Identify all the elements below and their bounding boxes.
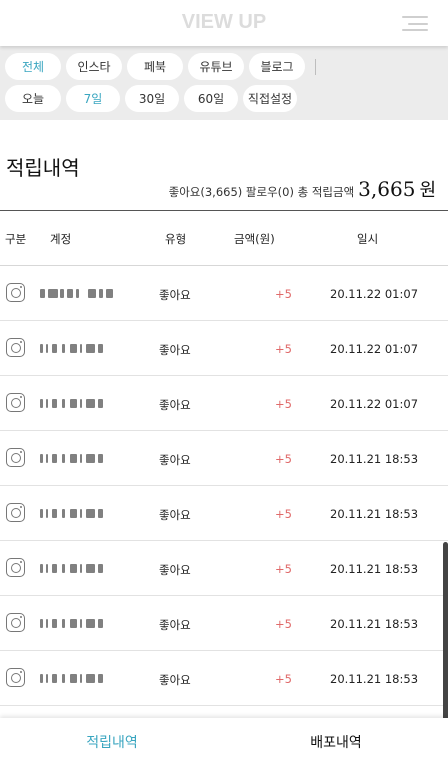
platform-filter-row: 전체 인스타 페북 유튜브 블로그 — [0, 53, 316, 80]
row-datetime: 20.11.21 18:53 — [330, 617, 419, 631]
filter-divider — [315, 58, 316, 75]
row-datetime: 20.11.21 18:53 — [330, 672, 419, 686]
summary-label: 좋아요(3,665) 팔로우(0) 총 적립금액 — [168, 185, 355, 199]
row-datetime: 20.11.22 01:07 — [330, 287, 419, 301]
filter-period-today[interactable]: 오늘 — [5, 85, 61, 112]
instagram-icon — [6, 393, 25, 412]
column-header-datetime: 일시 — [357, 232, 379, 246]
instagram-icon — [6, 558, 25, 577]
table-row: 좋아요 +5 20.11.21 18:53 — [0, 651, 448, 706]
filter-period-30days[interactable]: 30일 — [125, 85, 179, 112]
filter-period-60days[interactable]: 60일 — [184, 85, 238, 112]
app-header: VIEW UP — [0, 0, 448, 46]
table-row: 좋아요 +5 20.11.21 18:53 — [0, 541, 448, 596]
summary-unit: 원 — [419, 180, 436, 201]
filter-platform-all[interactable]: 전체 — [5, 53, 61, 80]
row-type: 좋아요 — [159, 288, 191, 302]
row-amount: +5 — [275, 452, 292, 466]
column-header-category: 구분 — [5, 232, 27, 246]
row-type: 좋아요 — [159, 673, 191, 687]
row-amount: +5 — [275, 342, 292, 356]
instagram-icon — [6, 503, 25, 522]
row-amount: +5 — [275, 617, 292, 631]
row-amount: +5 — [275, 562, 292, 576]
account-name-blurred — [40, 344, 112, 354]
table-row: 좋아요 +5 20.11.22 01:07 — [0, 321, 448, 376]
app-logo: VIEW UP — [181, 11, 267, 33]
row-type: 좋아요 — [159, 618, 191, 632]
account-name-blurred — [40, 509, 112, 519]
account-name-blurred — [40, 289, 113, 299]
account-name-blurred — [40, 619, 112, 629]
filter-platform-instagram[interactable]: 인스타 — [66, 53, 122, 80]
row-amount: +5 — [275, 397, 292, 411]
tab-distribution-history[interactable]: 배포내역 — [224, 718, 448, 765]
row-type: 좋아요 — [159, 453, 191, 467]
section-divider — [0, 210, 448, 211]
bottom-tab-bar: 적립내역 배포내역 — [0, 718, 448, 765]
account-name-blurred — [40, 454, 112, 464]
account-name-blurred — [40, 564, 112, 574]
instagram-icon — [6, 338, 25, 357]
row-type: 좋아요 — [159, 508, 191, 522]
row-datetime: 20.11.21 18:53 — [330, 452, 419, 466]
row-type: 좋아요 — [159, 398, 191, 412]
row-datetime: 20.11.21 18:53 — [330, 562, 419, 576]
row-datetime: 20.11.22 01:07 — [330, 397, 419, 411]
row-type: 좋아요 — [159, 343, 191, 357]
row-datetime: 20.11.21 18:53 — [330, 507, 419, 521]
filter-platform-youtube[interactable]: 유튜브 — [188, 53, 244, 80]
table-row: 좋아요 +5 20.11.21 18:53 — [0, 596, 448, 651]
filter-panel: 전체 인스타 페북 유튜브 블로그 오늘 7일 30일 60일 직접설정 — [0, 46, 448, 120]
instagram-icon — [6, 668, 25, 687]
instagram-icon — [6, 613, 25, 632]
row-amount: +5 — [275, 507, 292, 521]
table-row: 좋아요 +5 20.11.21 18:53 — [0, 486, 448, 541]
row-type: 좋아요 — [159, 563, 191, 577]
filter-platform-blog[interactable]: 블로그 — [249, 53, 305, 80]
summary-amount: 3,665 — [358, 177, 416, 201]
row-amount: +5 — [275, 672, 292, 686]
table-row: 좋아요 +5 20.11.22 01:07 — [0, 376, 448, 431]
summary-total: 좋아요(3,665) 팔로우(0) 총 적립금액 3,665 원 — [169, 176, 436, 202]
page-title: 적립내역 — [6, 156, 80, 180]
filter-period-custom[interactable]: 직접설정 — [243, 85, 297, 112]
period-filter-row: 오늘 7일 30일 60일 직접설정 — [0, 85, 302, 112]
hamburger-menu-icon[interactable] — [402, 15, 428, 31]
instagram-icon — [6, 448, 25, 467]
column-header-account: 계정 — [50, 232, 72, 246]
table-row: 좋아요 +5 20.11.22 01:07 — [0, 266, 448, 321]
table-row: 좋아요 +5 20.11.21 18:53 — [0, 431, 448, 486]
row-datetime: 20.11.22 01:07 — [330, 342, 419, 356]
column-header-type: 유형 — [165, 232, 187, 246]
instagram-icon — [6, 283, 25, 302]
filter-period-7days[interactable]: 7일 — [66, 85, 120, 112]
account-name-blurred — [40, 674, 112, 684]
filter-platform-facebook[interactable]: 페북 — [127, 53, 183, 80]
account-name-blurred — [40, 399, 112, 409]
column-header-amount: 금액(원) — [234, 232, 275, 246]
row-amount: +5 — [275, 287, 292, 301]
tab-earn-history[interactable]: 적립내역 — [0, 718, 224, 765]
scrollbar[interactable] — [443, 542, 448, 724]
